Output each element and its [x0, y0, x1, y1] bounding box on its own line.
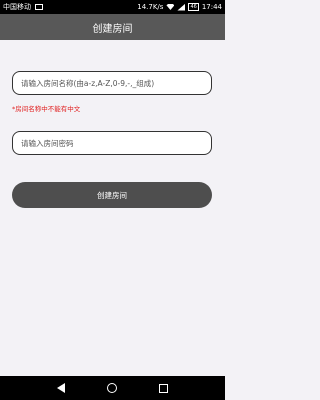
- create-room-button[interactable]: 创建房间: [12, 182, 212, 208]
- status-right: 14.7K/s 46 17:44: [137, 3, 222, 11]
- system-nav-bar: [0, 376, 225, 400]
- battery-level: 46: [190, 4, 197, 10]
- room-name-field[interactable]: [12, 71, 212, 95]
- room-name-warning: *房间名称中不能有中文: [12, 105, 81, 113]
- wifi-icon: [166, 4, 175, 10]
- room-name-input[interactable]: [19, 77, 211, 89]
- network-speed: 14.7K/s: [137, 3, 164, 11]
- create-room-form: *房间名称中不能有中文 创建房间: [0, 40, 225, 376]
- room-password-field[interactable]: [12, 131, 212, 155]
- clock: 17:44: [201, 3, 222, 11]
- page-title: 创建房间: [92, 23, 133, 35]
- recent-apps-icon[interactable]: [159, 383, 168, 393]
- home-icon[interactable]: [107, 383, 117, 393]
- battery-icon: 46: [188, 3, 199, 11]
- status-bar: 中国移动 14.7K/s 46 17:44: [0, 0, 225, 14]
- status-left: 中国移动: [3, 2, 43, 12]
- title-bar: 创建房间: [0, 14, 225, 40]
- back-icon[interactable]: [57, 383, 65, 393]
- carrier-label: 中国移动: [3, 3, 31, 11]
- signal-icon: [177, 3, 186, 11]
- mail-icon: [35, 4, 43, 10]
- room-password-input[interactable]: [19, 137, 211, 149]
